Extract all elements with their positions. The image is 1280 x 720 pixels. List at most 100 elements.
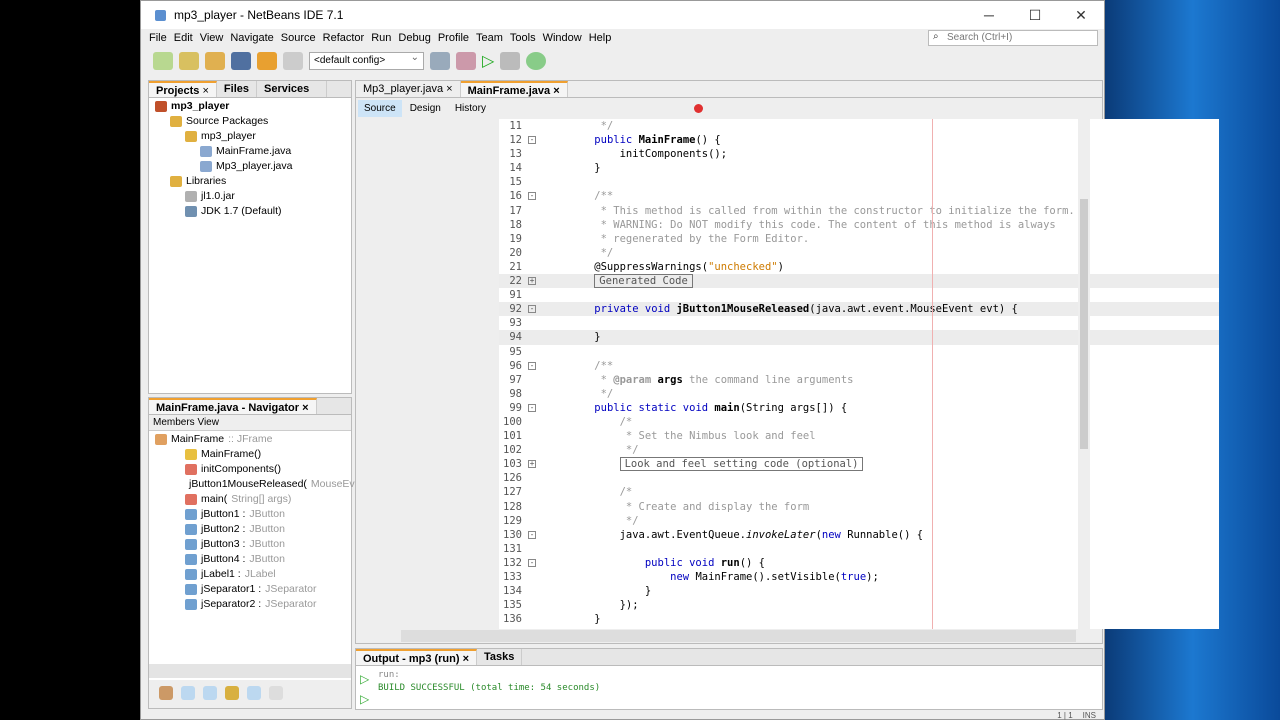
- folded-code-box[interactable]: Look and feel setting code (optional): [619, 457, 864, 472]
- navigator-member[interactable]: jSeparator2 : JSeparator: [149, 597, 351, 612]
- fold-marker[interactable]: [524, 218, 544, 232]
- project-tree-item[interactable]: JDK 1.7 (Default): [149, 204, 351, 219]
- history-mode-button[interactable]: History: [449, 100, 492, 117]
- menu-help[interactable]: Help: [589, 32, 612, 44]
- build-hammer-icon[interactable]: [430, 52, 450, 70]
- config-select[interactable]: <default config>: [309, 52, 424, 70]
- fold-marker[interactable]: [524, 514, 544, 528]
- navigator-member[interactable]: MainFrame :: JFrame: [149, 432, 351, 447]
- menu-window[interactable]: Window: [543, 32, 582, 44]
- fold-marker[interactable]: -: [524, 556, 544, 570]
- menu-debug[interactable]: Debug: [398, 32, 430, 44]
- project-tree-item[interactable]: Libraries: [149, 174, 351, 189]
- rerun-icon[interactable]: ▷ ▷: [360, 669, 369, 709]
- menu-refactor[interactable]: Refactor: [323, 32, 365, 44]
- editor-vscrollbar[interactable]: [1078, 119, 1090, 629]
- save-all-icon[interactable]: [231, 52, 251, 70]
- fold-marker[interactable]: [524, 345, 544, 359]
- tab-output[interactable]: Output - mp3 (run) ×: [356, 649, 478, 665]
- navigator-member[interactable]: jButton3 : JButton: [149, 537, 351, 552]
- fold-marker[interactable]: [524, 471, 544, 485]
- project-tree-item[interactable]: mp3_player: [149, 99, 351, 114]
- fold-marker[interactable]: [524, 570, 544, 584]
- fold-marker[interactable]: -: [524, 401, 544, 415]
- fold-marker[interactable]: [524, 373, 544, 387]
- navigator-member[interactable]: jLabel1 : JLabel: [149, 567, 351, 582]
- tab-tasks[interactable]: Tasks: [477, 649, 523, 665]
- project-tree-item[interactable]: MainFrame.java: [149, 144, 351, 159]
- fold-marker[interactable]: -: [524, 302, 544, 316]
- debug-icon[interactable]: [500, 52, 521, 70]
- redo-icon[interactable]: [283, 52, 303, 70]
- collapse-fold-icon[interactable]: -: [528, 361, 536, 370]
- minimize-button[interactable]: ─: [966, 7, 1012, 24]
- collapse-fold-icon[interactable]: -: [528, 192, 536, 201]
- menu-tools[interactable]: Tools: [510, 32, 536, 44]
- navigator-member[interactable]: jButton1 : JButton: [149, 507, 351, 522]
- inherited-members-icon[interactable]: [159, 686, 173, 700]
- fold-marker[interactable]: [524, 443, 544, 457]
- static-filter-icon[interactable]: [203, 686, 217, 700]
- folded-code-box[interactable]: Generated Code: [594, 274, 693, 289]
- fold-marker[interactable]: -: [524, 133, 544, 147]
- fold-marker[interactable]: [524, 598, 544, 612]
- source-mode-button[interactable]: Source: [358, 99, 402, 117]
- collapse-fold-icon[interactable]: -: [528, 136, 536, 145]
- fold-marker[interactable]: [524, 288, 544, 302]
- fold-marker[interactable]: [524, 147, 544, 161]
- fold-marker[interactable]: -: [524, 189, 544, 203]
- fold-marker[interactable]: +: [524, 457, 544, 471]
- fold-marker[interactable]: [524, 330, 544, 344]
- collapse-fold-icon[interactable]: -: [528, 530, 536, 539]
- tab-projects[interactable]: Projects ×: [149, 81, 217, 97]
- menu-edit[interactable]: Edit: [174, 32, 193, 44]
- fold-marker[interactable]: -: [524, 528, 544, 542]
- fold-marker[interactable]: [524, 204, 544, 218]
- navigator-member[interactable]: MainFrame(): [149, 447, 351, 462]
- menu-navigate[interactable]: Navigate: [230, 32, 273, 44]
- menu-team[interactable]: Team: [476, 32, 503, 44]
- tab-services[interactable]: Services: [257, 81, 327, 97]
- fold-marker[interactable]: [524, 232, 544, 246]
- new-file-icon[interactable]: [153, 52, 173, 70]
- undo-icon[interactable]: [257, 52, 277, 70]
- collapse-fold-icon[interactable]: -: [528, 305, 536, 314]
- clean-build-icon[interactable]: [456, 52, 476, 70]
- fold-marker[interactable]: [524, 316, 544, 330]
- fold-marker[interactable]: [524, 429, 544, 443]
- fold-marker[interactable]: [524, 542, 544, 556]
- menu-view[interactable]: View: [200, 32, 224, 44]
- editor-hscrollbar[interactable]: [401, 630, 1076, 642]
- project-tree-item[interactable]: Source Packages: [149, 114, 351, 129]
- project-tree-item[interactable]: mp3_player: [149, 129, 351, 144]
- menu-file[interactable]: File: [149, 32, 167, 44]
- members-view-select[interactable]: Members View: [149, 415, 351, 431]
- fold-marker[interactable]: [524, 415, 544, 429]
- navigator-member[interactable]: initComponents(): [149, 462, 351, 477]
- fold-marker[interactable]: [524, 584, 544, 598]
- fold-marker[interactable]: [524, 175, 544, 189]
- design-mode-button[interactable]: Design: [404, 100, 447, 117]
- private-filter-icon[interactable]: [225, 686, 239, 700]
- navigator-member[interactable]: jButton1MouseReleased(MouseEvent: [149, 477, 369, 492]
- fold-marker[interactable]: [524, 161, 544, 175]
- fields-filter-icon[interactable]: [181, 686, 195, 700]
- expand-fold-icon[interactable]: +: [528, 277, 536, 286]
- navigator-tab[interactable]: MainFrame.java - Navigator ×: [149, 398, 317, 414]
- search-input[interactable]: Search (Ctrl+I): [928, 29, 1098, 46]
- run-icon[interactable]: ▷: [482, 51, 494, 71]
- project-tree-item[interactable]: Mp3_player.java: [149, 159, 351, 174]
- sort-source-icon[interactable]: [269, 686, 283, 700]
- navigator-member[interactable]: main(String[] args): [149, 492, 351, 507]
- tab-mainframe-java[interactable]: MainFrame.java ×: [460, 81, 568, 97]
- fold-marker[interactable]: +: [524, 274, 544, 288]
- fold-marker[interactable]: [524, 246, 544, 260]
- navigator-member[interactable]: jButton4 : JButton: [149, 552, 351, 567]
- open-project-icon[interactable]: [205, 52, 225, 70]
- expand-fold-icon[interactable]: +: [528, 460, 536, 469]
- maximize-button[interactable]: ☐: [1012, 7, 1058, 24]
- collapse-fold-icon[interactable]: -: [528, 403, 536, 412]
- sort-name-icon[interactable]: [247, 686, 261, 700]
- toggle-breakpoint-icon[interactable]: [693, 103, 703, 113]
- navigator-member[interactable]: jButton2 : JButton: [149, 522, 351, 537]
